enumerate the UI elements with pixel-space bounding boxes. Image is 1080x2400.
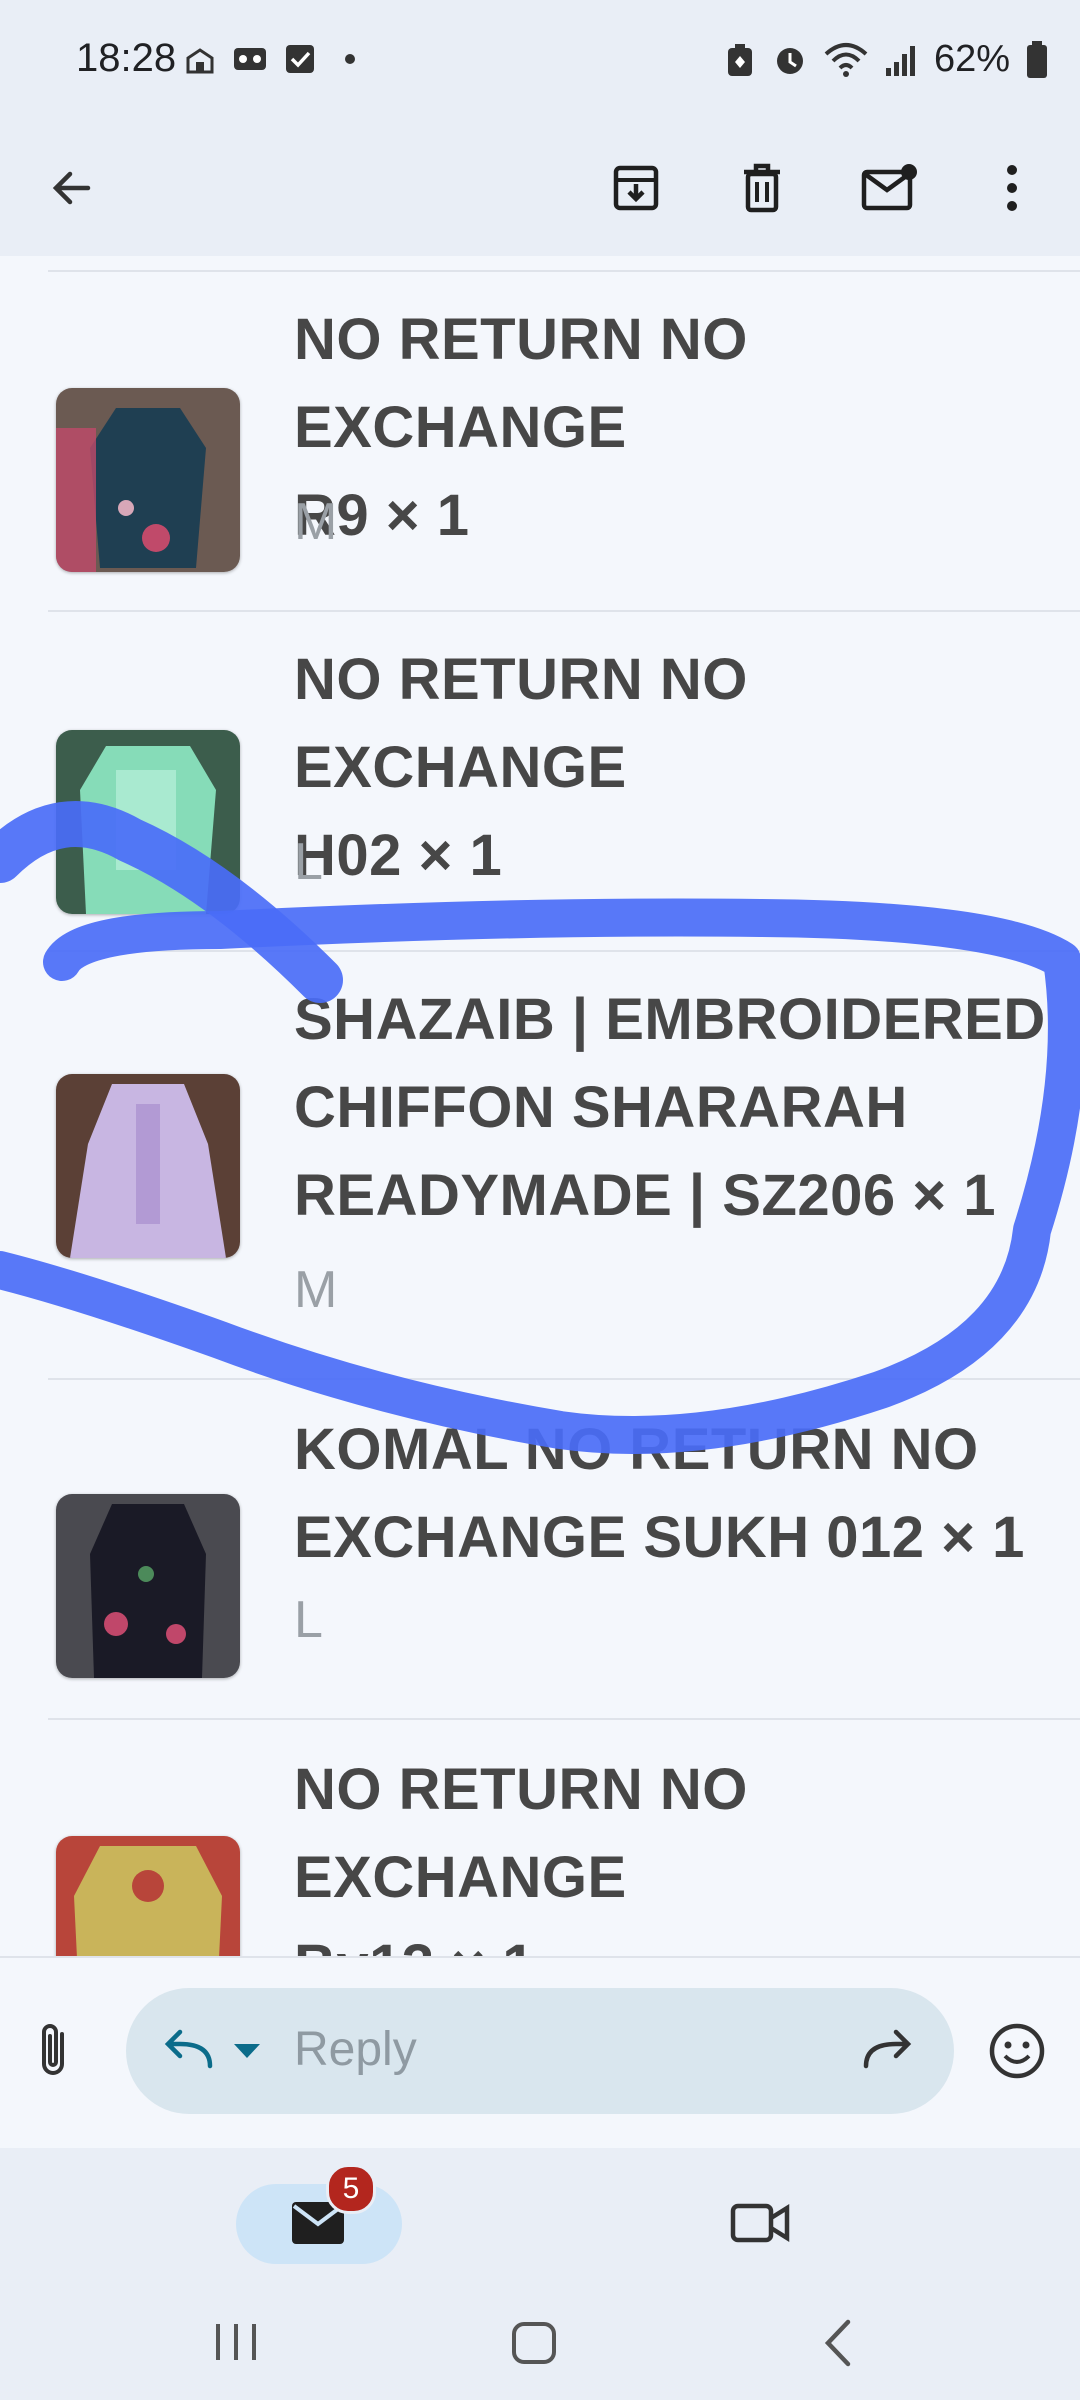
product-image <box>56 1074 240 1258</box>
alarm-icon <box>776 47 803 74</box>
mail-tab[interactable] <box>236 2184 402 2264</box>
reply-icon <box>164 2029 213 2069</box>
recents-button[interactable] <box>206 2320 266 2369</box>
dropdown-icon[interactable] <box>234 2044 260 2060</box>
attachment-icon <box>42 2024 64 2075</box>
mail-badge: 5 <box>326 2164 376 2214</box>
delete-button[interactable] <box>722 148 802 228</box>
reply-field[interactable]: Reply <box>126 1988 954 2114</box>
item-size: M <box>294 493 338 551</box>
item-title: NO RETURN NO EXCHANGE H02 × 1 <box>294 647 748 888</box>
home-icon <box>512 2322 556 2364</box>
battery-percent: 62% <box>933 38 1010 80</box>
product-image <box>56 730 240 914</box>
mark-unread-button[interactable] <box>850 148 930 228</box>
product-image <box>56 1494 240 1678</box>
checkbox-icon <box>286 45 314 73</box>
archive-button[interactable] <box>596 148 676 228</box>
item-title: SHAZAIB | EMBROIDERED CHIFFON SHARARAH R… <box>294 987 1046 1228</box>
home-button[interactable] <box>510 2320 560 2371</box>
forward-icon[interactable] <box>862 2028 914 2072</box>
divider <box>48 950 1080 952</box>
item-title: NO RETURN NO EXCHANGE By13 × 1 <box>294 1757 748 1956</box>
product-thumbnail[interactable] <box>56 388 240 572</box>
list-item[interactable]: NO RETURN NO EXCHANGE R9 × 1 M <box>0 296 1080 596</box>
product-image <box>56 1836 240 1956</box>
recents-icon <box>216 2324 256 2360</box>
hajj-icon <box>186 48 214 74</box>
product-thumbnail[interactable] <box>56 1494 240 1678</box>
divider <box>48 1718 1080 1720</box>
item-size: L <box>294 1591 323 1649</box>
back-icon <box>824 2319 851 2367</box>
divider <box>48 1378 1080 1380</box>
reply-area: Reply <box>0 1956 1080 2150</box>
list-item[interactable]: SHAZAIB | EMBROIDERED CHIFFON SHARARAH R… <box>0 976 1080 1366</box>
item-title: KOMAL NO RETURN NO EXCHANGE SUKH 012 × 1 <box>294 1417 1025 1570</box>
emoji-button[interactable] <box>988 2022 1046 2085</box>
status-bar: 18:28 62% <box>0 0 1080 120</box>
back-button[interactable] <box>32 148 112 228</box>
meet-tab[interactable] <box>730 2200 790 2251</box>
product-thumbnail[interactable] <box>56 1074 240 1258</box>
product-thumbnail[interactable] <box>56 730 240 914</box>
emoji-icon <box>989 2023 1045 2079</box>
mark-unread-icon <box>861 164 917 211</box>
delete-icon <box>744 163 780 213</box>
back-arrow-icon <box>52 171 91 205</box>
archive-icon <box>613 165 659 211</box>
divider <box>48 610 1080 612</box>
battery-icon <box>1027 40 1047 78</box>
more-options-button[interactable] <box>972 148 1052 228</box>
item-title: NO RETURN NO EXCHANGE R9 × 1 <box>294 307 748 548</box>
item-size: L <box>294 833 323 891</box>
app-bar <box>0 120 1080 256</box>
divider <box>48 270 1080 272</box>
dot-icon <box>345 54 355 64</box>
signal-icon <box>885 45 915 76</box>
product-thumbnail[interactable] <box>56 1836 240 1956</box>
video-icon <box>730 2203 790 2243</box>
reply-placeholder: Reply <box>294 2023 417 2076</box>
item-size: M <box>294 1261 338 1319</box>
system-back-button[interactable] <box>818 2318 858 2373</box>
bottom-nav: 5 <box>0 2148 1080 2400</box>
list-item[interactable]: NO RETURN NO EXCHANGE By13 × 1 <box>0 1746 1080 1956</box>
order-items-list[interactable]: NO RETURN NO EXCHANGE R9 × 1 M NO RETURN… <box>0 256 1080 1956</box>
list-item[interactable]: KOMAL NO RETURN NO EXCHANGE SUKH 012 × 1… <box>0 1406 1080 1706</box>
voicemail-icon <box>234 48 266 70</box>
more-vert-icon <box>1007 165 1017 211</box>
wifi-icon <box>824 42 868 77</box>
list-item[interactable]: NO RETURN NO EXCHANGE H02 × 1 L <box>0 636 1080 936</box>
product-image <box>56 388 240 572</box>
battery-saver-icon <box>727 43 752 76</box>
attach-button[interactable] <box>34 2020 72 2085</box>
status-time: 18:28 <box>76 36 177 80</box>
